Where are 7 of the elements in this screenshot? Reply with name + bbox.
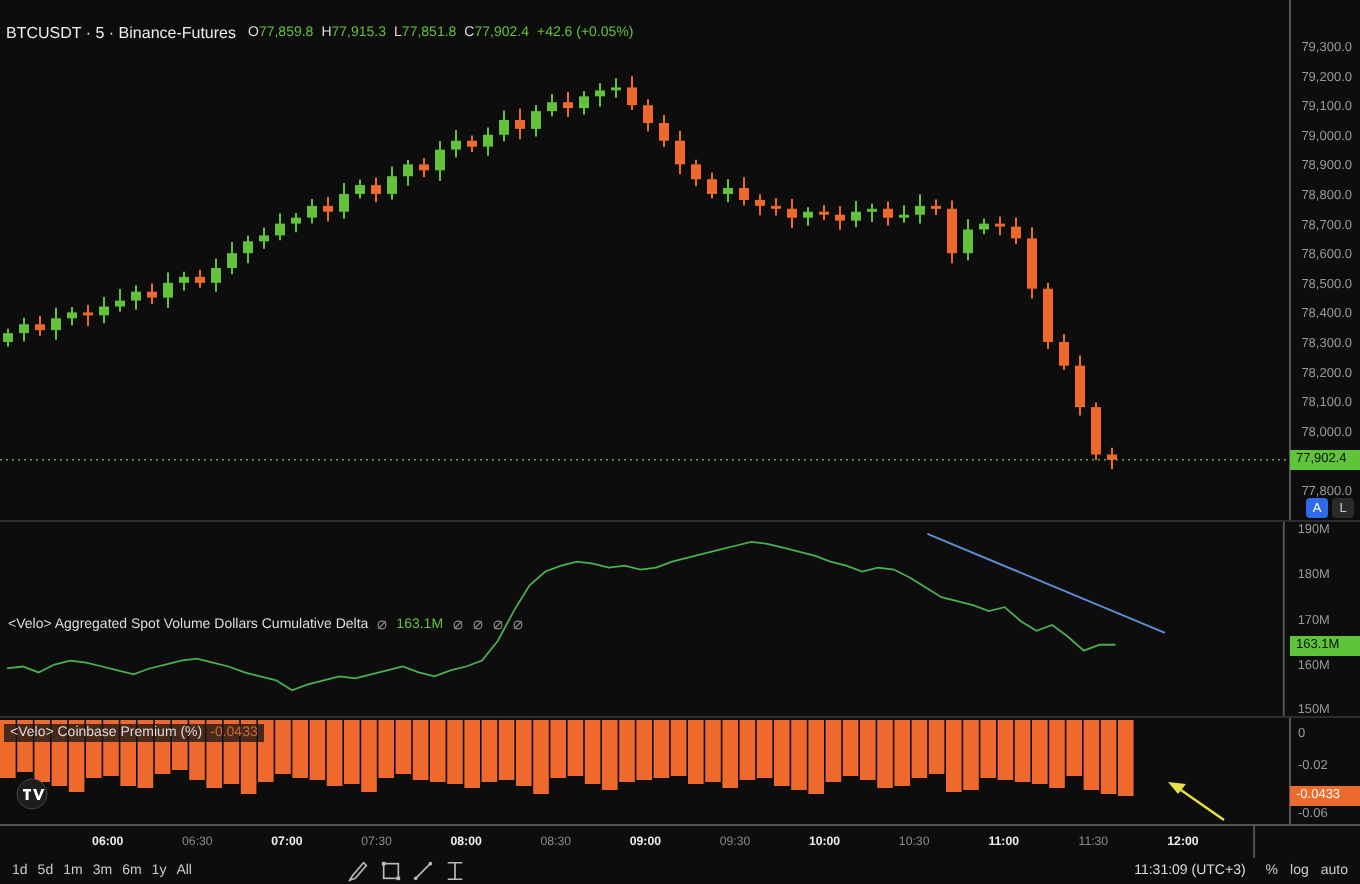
symbol-title: BTCUSDT · 5 · Binance-Futures (6, 24, 236, 42)
line-tool-icon[interactable] (412, 860, 434, 882)
brush-icon[interactable] (348, 860, 370, 882)
logo-icon (16, 778, 48, 810)
measure-icon[interactable] (444, 860, 466, 882)
arrow-annotation (1168, 782, 1225, 821)
rectangle-icon[interactable] (380, 860, 402, 882)
